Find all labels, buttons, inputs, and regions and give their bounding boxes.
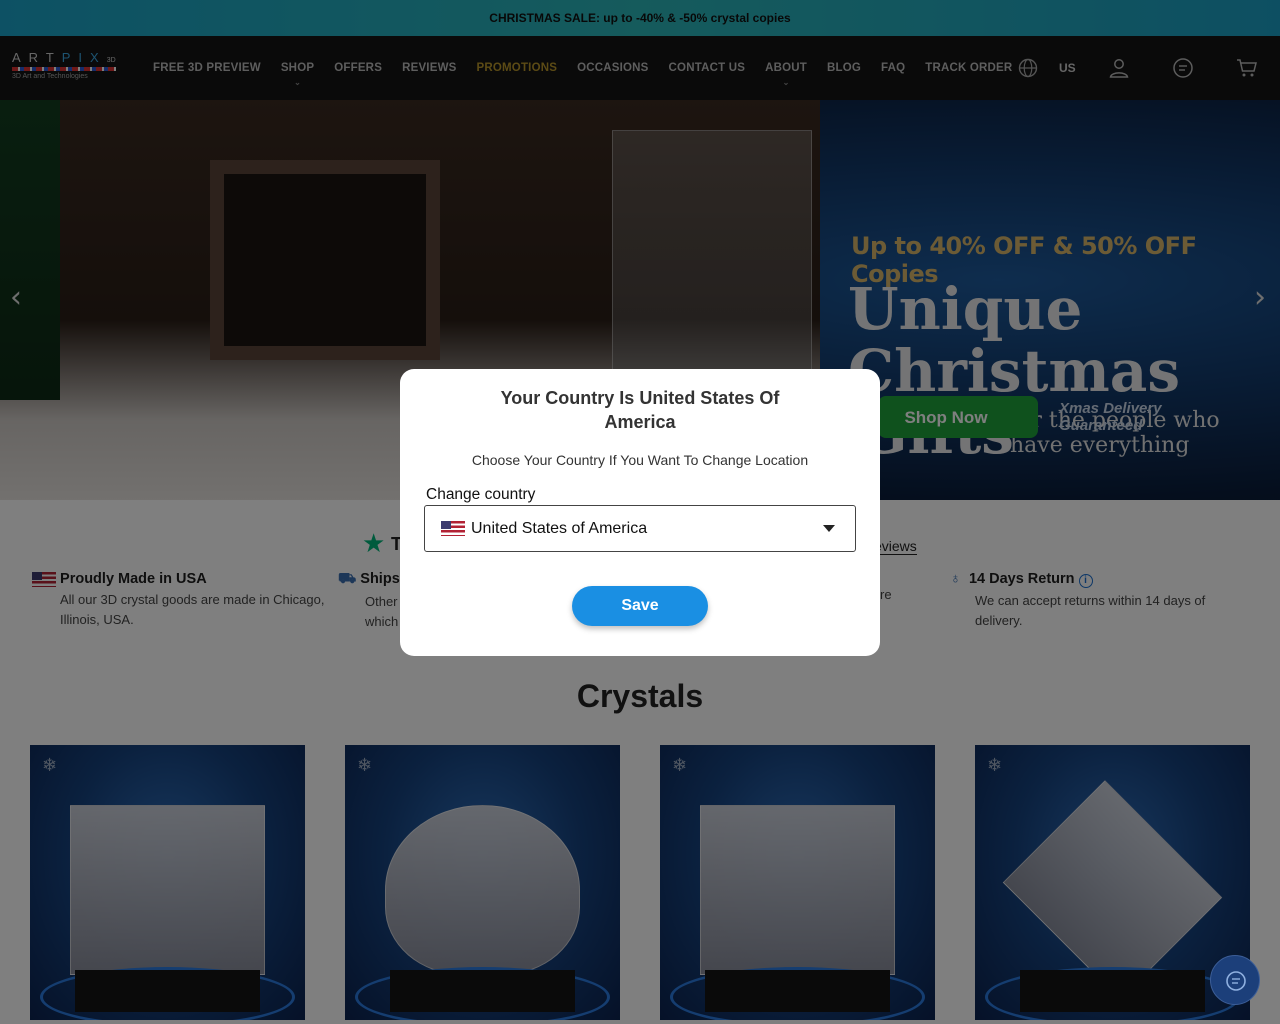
chat-widget-button[interactable] (1210, 955, 1260, 1005)
country-select[interactable]: United States of America (424, 505, 856, 552)
save-button[interactable]: Save (572, 586, 708, 626)
modal-subtitle: Choose Your Country If You Want To Chang… (471, 452, 809, 468)
chat-bubble-icon (1226, 971, 1246, 991)
modal-title: Your Country Is United States Of America (500, 388, 780, 432)
country-label: Change country (426, 486, 536, 503)
country-select-value: United States of America (471, 520, 648, 537)
dropdown-arrow-icon (823, 525, 835, 532)
country-modal: Your Country Is United States Of America… (400, 369, 880, 656)
us-flag-icon (441, 521, 465, 536)
